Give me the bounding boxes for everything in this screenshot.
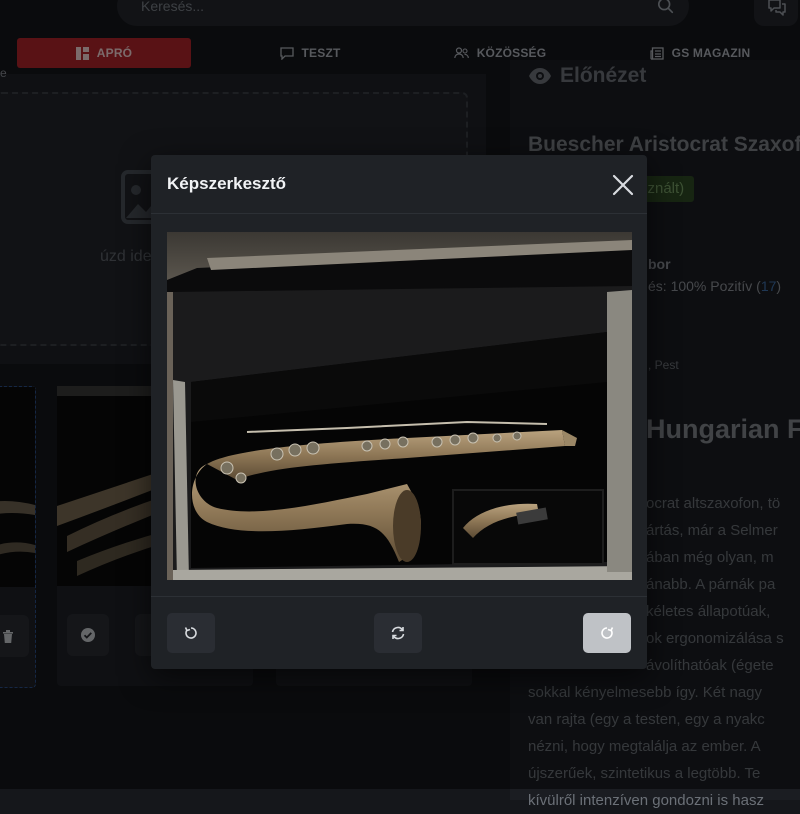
divider [151, 213, 647, 214]
saxophone-photo [167, 232, 632, 580]
rotate-left-button[interactable] [167, 613, 215, 653]
description-line: kívülről intenzíven gondozni is hasz [528, 792, 764, 809]
rotate-right-button[interactable] [583, 613, 631, 653]
rotate-right-icon [601, 627, 614, 639]
image-editor-modal: Képszerkesztő [151, 155, 647, 669]
close-icon[interactable] [610, 172, 636, 198]
divider [151, 596, 647, 597]
modal-title: Képszerkesztő [167, 174, 287, 193]
image-editor-canvas[interactable] [167, 232, 632, 580]
flip-button[interactable] [374, 613, 422, 653]
sync-icon [391, 626, 405, 640]
rotate-left-icon [184, 627, 197, 639]
